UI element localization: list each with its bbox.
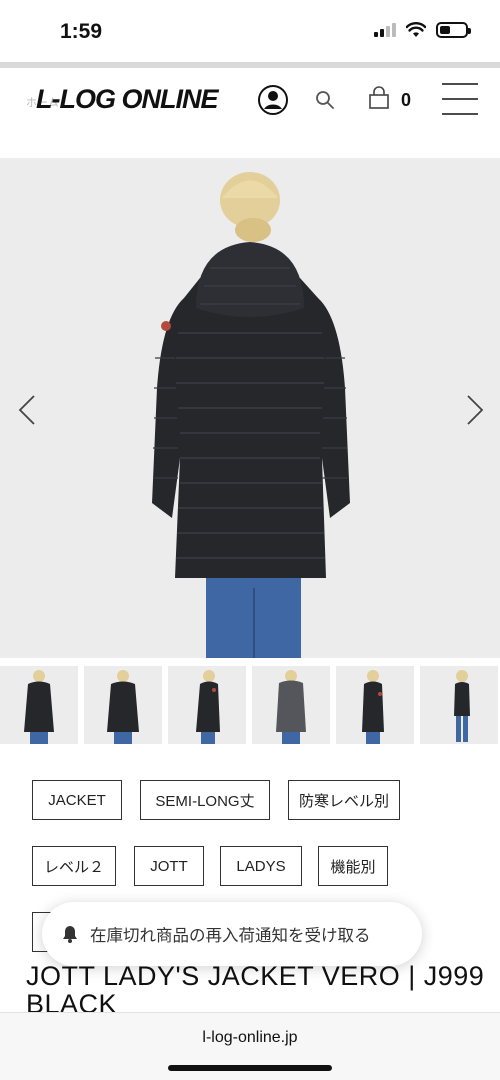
search-icon[interactable] bbox=[315, 90, 335, 110]
model-jacket-back-illustration bbox=[152, 172, 350, 658]
status-time: 1:59 bbox=[60, 20, 103, 43]
site-header: ホーム L-LOG ONLINE 0 bbox=[0, 68, 500, 158]
wifi-icon bbox=[406, 22, 426, 37]
site-logo[interactable]: L-LOG ONLINE bbox=[36, 84, 218, 115]
status-icons bbox=[374, 22, 471, 38]
tag-cold-level[interactable]: 防寒レベル別 bbox=[288, 780, 400, 820]
thumbnail-4[interactable] bbox=[252, 666, 330, 744]
bell-icon bbox=[63, 926, 77, 943]
tag-function[interactable]: 機能別 bbox=[318, 846, 388, 886]
next-image-arrow-icon[interactable] bbox=[462, 394, 486, 426]
account-icon[interactable] bbox=[257, 84, 289, 116]
tag-jacket[interactable]: JACKET bbox=[32, 780, 122, 820]
product-main-image[interactable] bbox=[0, 158, 500, 658]
tag-jott[interactable]: JOTT bbox=[134, 846, 204, 886]
thumbnail-3[interactable] bbox=[168, 666, 246, 744]
cart-icon[interactable] bbox=[368, 86, 390, 110]
cart-count: 0 bbox=[401, 90, 412, 110]
tag-level-2[interactable]: レベル２ bbox=[32, 846, 116, 886]
tag-semi-long[interactable]: SEMI-LONG丈 bbox=[140, 780, 270, 820]
previous-image-arrow-icon[interactable] bbox=[16, 394, 40, 426]
thumbnail-6[interactable] bbox=[420, 666, 498, 744]
thumbnail-5[interactable] bbox=[336, 666, 414, 744]
status-bar: 1:59 bbox=[0, 0, 500, 62]
restock-notification-text: 在庫切れ商品の再入荷通知を受け取る bbox=[90, 926, 371, 945]
restock-notification-button[interactable]: 在庫切れ商品の再入荷通知を受け取る bbox=[42, 902, 422, 966]
cellular-signal-icon bbox=[374, 23, 396, 37]
home-indicator[interactable] bbox=[168, 1065, 332, 1071]
thumbnail-strip bbox=[0, 666, 500, 744]
browser-url-bar[interactable]: l-log-online.jp bbox=[0, 1012, 500, 1080]
thumbnail-2[interactable] bbox=[84, 666, 162, 744]
thumbnail-1[interactable] bbox=[0, 666, 78, 744]
url-text[interactable]: l-log-online.jp bbox=[0, 1029, 500, 1047]
battery-icon bbox=[436, 22, 471, 38]
product-title: JOTT LADY'S JACKET VERO | J999 BLACK bbox=[26, 961, 485, 1019]
tag-ladys[interactable]: LADYS bbox=[220, 846, 302, 886]
menu-icon[interactable] bbox=[440, 82, 480, 116]
